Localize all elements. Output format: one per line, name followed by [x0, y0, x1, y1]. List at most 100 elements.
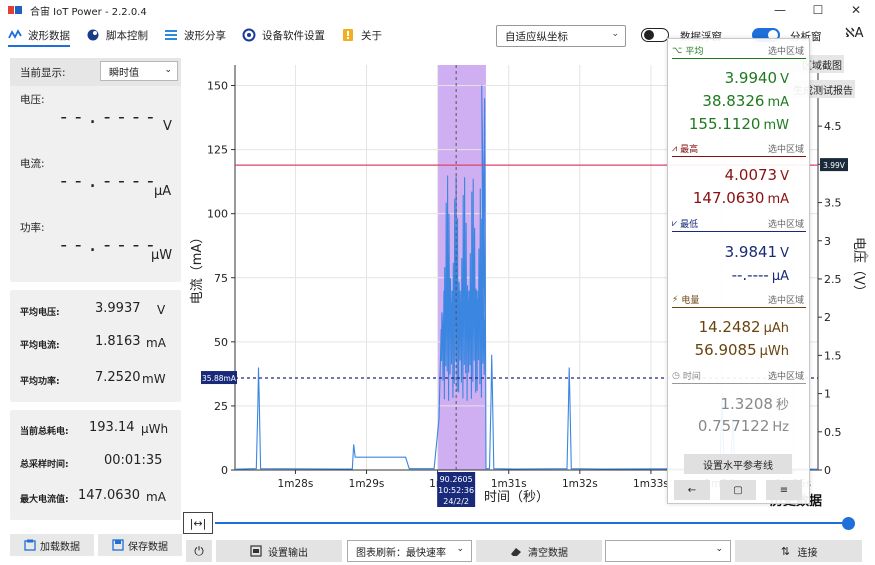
current-unit: µA — [154, 184, 172, 199]
avg-voltage-value: 3.9937 — [95, 301, 141, 316]
waveform-icon — [8, 28, 22, 42]
info-icon — [341, 28, 355, 42]
y2-tick-label: 0.5 — [824, 426, 842, 439]
tab-waveform[interactable]: 波形数据 — [0, 20, 78, 50]
y-tick-label: 125 — [207, 144, 228, 157]
timeline-track[interactable] — [215, 522, 847, 524]
power-value: --.---- — [58, 234, 160, 256]
x-tick-label: 1m29s — [349, 478, 385, 490]
max-section-title: 最高 — [680, 145, 699, 155]
minimize-button[interactable]: — — [761, 0, 799, 20]
app-logo-icon — [8, 4, 22, 16]
plug-icon: ⇅ — [780, 544, 791, 558]
panel-collapse-chevron-icon[interactable]: › — [864, 248, 870, 264]
clear-data-button[interactable]: 清空数据 — [476, 540, 602, 562]
time-section-title: 时间 — [682, 372, 701, 382]
tab-share-label: 波形分享 — [184, 29, 226, 42]
menu-icon: ≡ — [779, 484, 789, 496]
tab-waveform-label: 波形数据 — [28, 29, 70, 42]
power-button[interactable]: ⏻ — [186, 540, 212, 562]
chevron-down-icon: ⌄ — [715, 544, 723, 554]
y2-tick-label: 3.5 — [824, 197, 842, 210]
voltage-value: --.---- — [58, 106, 160, 128]
y2-tick-label: 1 — [824, 388, 831, 401]
data-float-toggle[interactable] — [641, 28, 669, 42]
max-section-header: ⩘ 最高 选中区域 — [672, 141, 806, 157]
y2-tick-label: 4.5 — [824, 120, 842, 133]
panel-minimize-button[interactable]: ← — [674, 480, 710, 500]
eraser-icon — [510, 545, 522, 557]
display-mode-select[interactable]: 瞬时值 ⌄ — [100, 61, 178, 81]
panel-restore-button[interactable]: ▢ — [720, 480, 756, 500]
max-section-scope: 选中区域 — [767, 145, 804, 155]
voltage-unit: V — [163, 119, 172, 134]
voltage-label: 电压: — [20, 94, 45, 106]
avg-voltage: 3.9940 V — [724, 69, 789, 87]
current-label: 电流: — [20, 158, 45, 170]
save-icon — [112, 539, 124, 551]
energy-work: 56.9085 µWh — [694, 341, 789, 359]
energy-charge: 14.2482 µAh — [698, 318, 789, 336]
clock-icon: ◷ — [672, 370, 680, 381]
tab-about[interactable]: 关于 — [333, 20, 390, 50]
y2-axis-title: 电压（V） — [851, 237, 866, 298]
y2-tick-label: 1.5 — [824, 349, 842, 362]
set-output-button[interactable]: 设置输出 — [216, 540, 342, 562]
set-output-label: 设置输出 — [268, 547, 308, 559]
connect-button[interactable]: ⇅ 连接 — [735, 540, 862, 562]
tab-script[interactable]: 脚本控制 — [78, 20, 156, 50]
time-section-header: ◷ 时间 选中区域 — [672, 368, 806, 384]
current-value: --.---- — [58, 170, 160, 192]
maximize-button[interactable]: ☐ — [799, 0, 837, 20]
y-tick-label: 100 — [207, 208, 228, 221]
min-section-scope: 选中区域 — [767, 220, 804, 230]
avg-voltage-label: 平均电压: — [20, 308, 60, 318]
max-current-unit: mA — [146, 490, 166, 504]
y-tick-label: 50 — [214, 336, 228, 349]
close-button[interactable]: ✕ — [837, 0, 875, 20]
timeline-handle[interactable] — [842, 517, 855, 530]
chevron-down-icon: ⌄ — [456, 544, 464, 554]
avg-section-icon: ⌥ — [672, 45, 683, 56]
y-tick-label: 75 — [214, 272, 228, 285]
total-energy-value: 193.14 — [89, 420, 135, 435]
voltage-tag-label: 3.99V — [823, 161, 846, 170]
avg-current-tag-label: 35.88mA — [202, 374, 237, 383]
x-tick-label: 1m33s — [633, 478, 669, 490]
avg-current: 38.8326 mA — [702, 92, 789, 110]
fit-range-button[interactable]: |↔| — [183, 512, 213, 534]
save-data-button[interactable]: 保存数据 — [98, 534, 182, 556]
min-section-icon: ⩗ — [672, 218, 678, 229]
load-data-button[interactable]: 加载数据 — [10, 534, 94, 556]
translate-icon[interactable]: ℵA — [845, 26, 864, 41]
square-icon: ▢ — [733, 484, 743, 496]
tab-settings-label: 设备软件设置 — [262, 29, 325, 42]
load-icon — [24, 539, 36, 551]
y2-tick-label: 2.5 — [824, 273, 842, 286]
energy-section-header: ⚡ 电量 选中区域 — [672, 292, 806, 308]
time-section-scope: 选中区域 — [767, 372, 804, 382]
avg-section-header: ⌥ 平均 选中区域 — [672, 43, 806, 59]
total-time-value: 00:01:35 — [104, 453, 163, 468]
x-tick-label: 1m28s — [278, 478, 314, 490]
total-time-label: 总采样时间: — [20, 460, 69, 470]
arrow-left-icon: ← — [687, 484, 697, 496]
lightning-icon: ⚡ — [672, 294, 679, 305]
max-current-label: 最大电流值: — [20, 495, 69, 505]
load-data-label: 加载数据 — [40, 541, 80, 553]
port-select[interactable]: ⌄ — [605, 540, 731, 562]
axis-mode-select[interactable]: 自适应纵坐标 ⌄ — [496, 25, 626, 47]
connect-label: 连接 — [797, 547, 818, 559]
tab-settings[interactable]: 设备软件设置 — [234, 20, 333, 50]
set-reference-line-button[interactable]: 设置水平参考线 — [684, 454, 792, 474]
y2-tick-label: 0 — [824, 464, 831, 477]
tab-share[interactable]: 波形分享 — [156, 20, 234, 50]
cursor-tag-label: 24/2/2 — [443, 497, 469, 506]
avg-power: 155.1120 mW — [688, 115, 789, 133]
chevron-down-icon: ⌄ — [164, 65, 172, 75]
panel-menu-button[interactable]: ≡ — [766, 480, 802, 500]
set-reference-line-label: 设置水平参考线 — [703, 460, 773, 472]
refresh-rate-select[interactable]: 图表刷新：最快速率 ⌄ — [347, 540, 472, 562]
window-title: 合宙 IoT Power - 2.2.0.4 — [30, 6, 147, 18]
refresh-rate-value: 图表刷新：最快速率 — [356, 547, 446, 559]
